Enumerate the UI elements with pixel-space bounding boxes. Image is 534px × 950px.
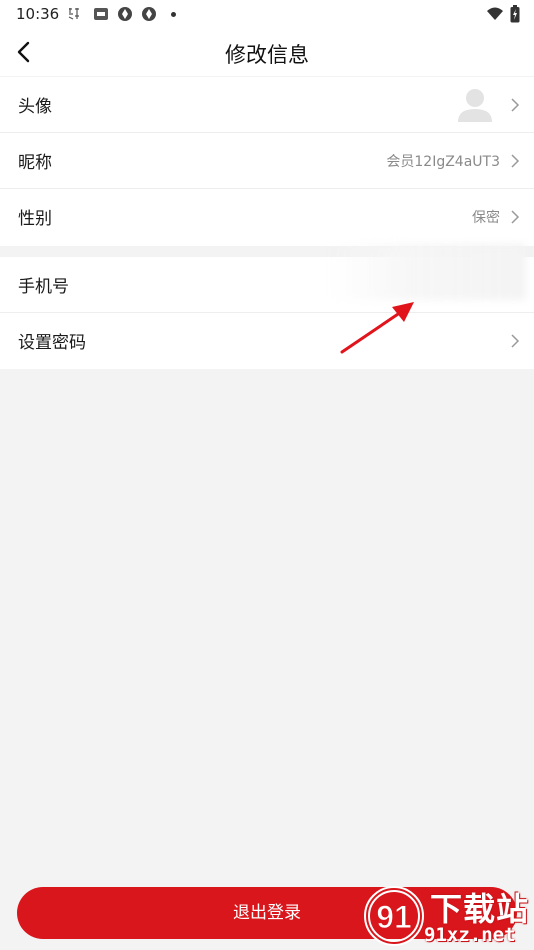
default-avatar-icon	[458, 89, 492, 122]
chevron-right-icon	[511, 154, 520, 168]
row-gender-value: 保密	[472, 210, 500, 226]
calligraphy-notification-icon	[68, 8, 79, 20]
aperture-notification-icon	[118, 7, 132, 21]
aperture-notification-icon-2	[142, 7, 156, 21]
row-avatar-label: 头像	[18, 97, 52, 117]
chevron-right-icon	[511, 334, 520, 348]
nav-bar: 修改信息	[0, 30, 534, 76]
wifi-icon	[487, 7, 503, 20]
status-right	[486, 5, 520, 23]
annotation-arrow-icon	[340, 302, 414, 354]
status-time: 10:36	[16, 5, 60, 23]
row-set-password[interactable]: 设置密码	[0, 313, 534, 369]
more-notifications-dot-icon	[171, 12, 176, 17]
row-nickname-label: 昵称	[18, 153, 52, 173]
watermark-url: 91xz.net	[424, 924, 516, 946]
app-notification-icon	[94, 8, 108, 20]
row-set-password-label: 设置密码	[18, 333, 86, 353]
row-avatar[interactable]: 头像	[0, 77, 534, 133]
site-watermark: 91 下载站 91xz.net	[360, 882, 534, 950]
chevron-right-icon	[511, 98, 520, 112]
row-nickname[interactable]: 昵称 会员12IgZ4aUT3	[0, 133, 534, 189]
row-nickname-value: 会员12IgZ4aUT3	[386, 154, 500, 170]
status-bar: 10:36	[0, 0, 534, 30]
site-logo-text: 91	[376, 899, 412, 935]
page-title: 修改信息	[225, 43, 309, 67]
profile-info-group: 头像 昵称 会员12IgZ4aUT3 性别 保密	[0, 77, 534, 246]
chevron-right-icon	[511, 210, 520, 224]
row-gender[interactable]: 性别 保密	[0, 189, 534, 245]
site-logo-icon: 91	[364, 886, 424, 946]
row-phone-label: 手机号	[18, 277, 69, 297]
battery-charging-icon	[510, 5, 520, 23]
row-gender-label: 性别	[18, 209, 52, 229]
